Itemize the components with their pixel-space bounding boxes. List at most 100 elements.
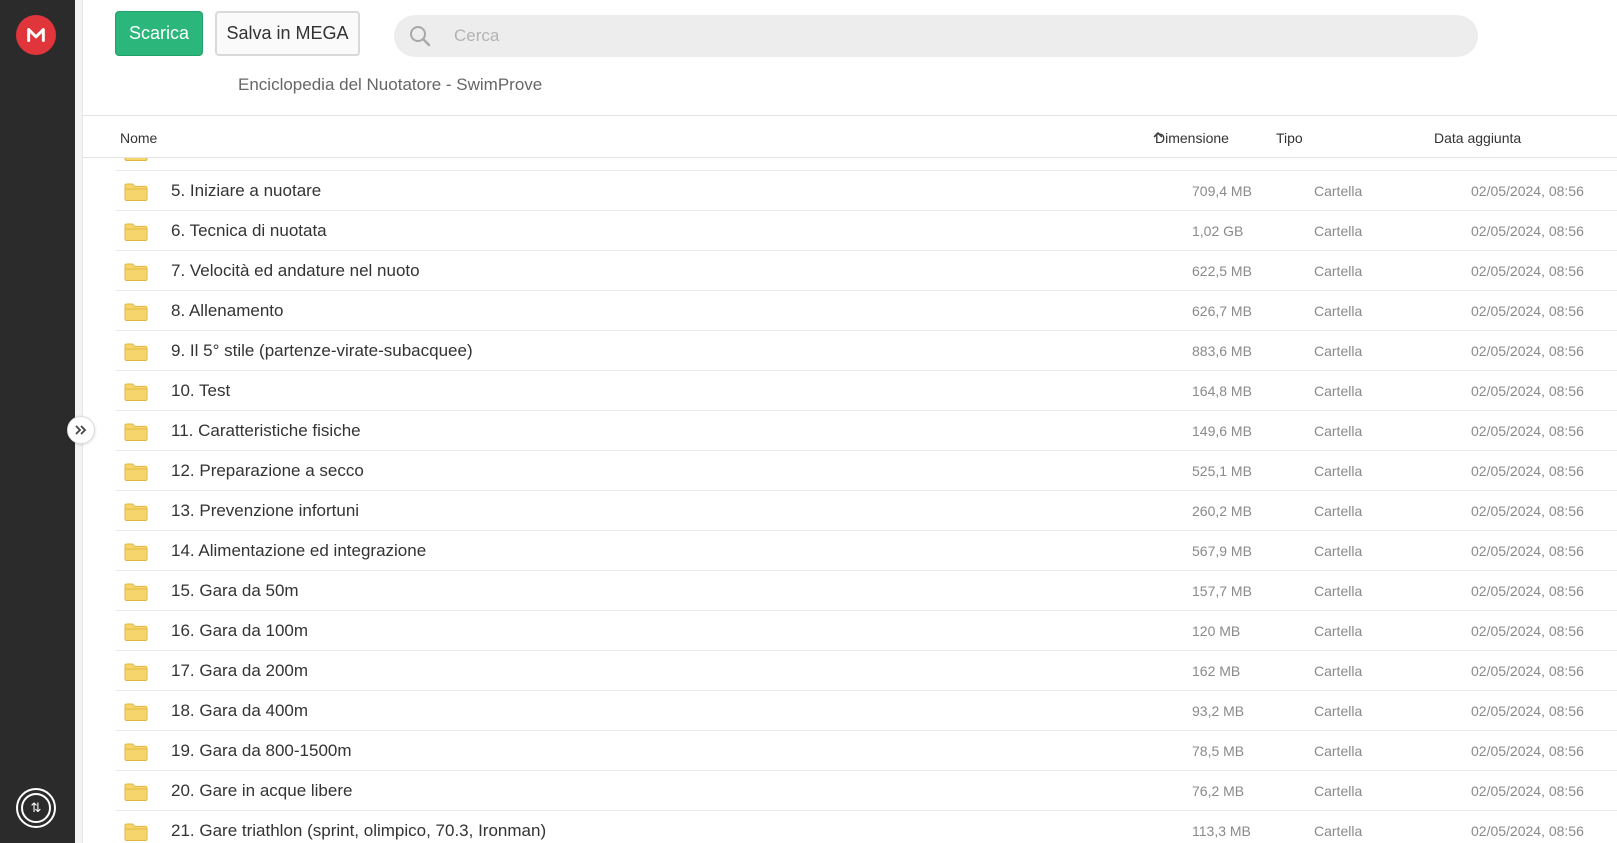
file-type: Cartella bbox=[1314, 423, 1363, 439]
table-row[interactable]: 17. Gara da 200m 162 MB Cartella 02/05/2024… bbox=[116, 651, 1617, 691]
file-date: 02/05/2024, 08:56 bbox=[1471, 463, 1584, 479]
file-name: 18. Gara da 400m bbox=[171, 701, 309, 720]
file-size: 626,7 MB bbox=[1192, 303, 1252, 319]
file-size: 567,9 MB bbox=[1192, 543, 1252, 559]
table-row[interactable]: 20. Gare in acque libere 76,2 MB Cartella 0… bbox=[116, 771, 1617, 811]
file-date: 02/05/2024, 08:56 bbox=[1471, 223, 1584, 239]
file-type: Cartella bbox=[1314, 343, 1363, 359]
file-date: 02/05/2024, 08:56 bbox=[1471, 783, 1584, 799]
file-date: 02/05/2024, 08:56 bbox=[1471, 423, 1584, 439]
file-date: 02/05/2024, 08:56 bbox=[1471, 383, 1584, 399]
file-name: 15. Gara da 50m bbox=[171, 581, 299, 600]
column-header-size[interactable]: Dimensione bbox=[1155, 130, 1229, 146]
file-size: 157,7 MB bbox=[1192, 583, 1252, 599]
file-date: 02/05/2024, 08:56 bbox=[1471, 703, 1584, 719]
file-size: 78,5 MB bbox=[1192, 743, 1245, 759]
file-name: 8. Allenamento bbox=[171, 301, 284, 320]
file-list: 4. Strumentazione 883,2 MB Cartella 02/05/2… bbox=[116, 158, 1617, 843]
file-date: 02/05/2024, 08:56 bbox=[1471, 303, 1584, 319]
file-type: Cartella bbox=[1314, 223, 1363, 239]
file-name: 4. Strumentazione bbox=[171, 158, 309, 161]
file-date: 02/05/2024, 08:56 bbox=[1471, 158, 1584, 159]
column-header-name[interactable]: Nome bbox=[120, 130, 157, 146]
table-row[interactable]: 13. Prevenzione infortuni 260,2 MB Cartell… bbox=[116, 491, 1617, 531]
file-size: 709,4 MB bbox=[1192, 183, 1252, 199]
top-bar: Scarica Salva in MEGA Enciclopedia del N… bbox=[83, 0, 1617, 116]
table-row[interactable]: 10. Test 164,8 MB Cartella 02/05/2024, 08:5… bbox=[116, 371, 1617, 411]
file-size: 622,5 MB bbox=[1192, 263, 1252, 279]
folder-icon bbox=[124, 422, 148, 442]
file-type: Cartella bbox=[1314, 463, 1363, 479]
folder-icon bbox=[124, 702, 148, 722]
file-date: 02/05/2024, 08:56 bbox=[1471, 183, 1584, 199]
file-size: 260,2 MB bbox=[1192, 503, 1252, 519]
table-row[interactable]: 9. Il 5° stile (partenze-virate-subacque… bbox=[116, 331, 1617, 371]
breadcrumb[interactable]: Enciclopedia del Nuotatore - SwimProve bbox=[238, 75, 542, 95]
column-header-date[interactable]: Data aggiunta bbox=[1434, 130, 1521, 146]
file-size: 525,1 MB bbox=[1192, 463, 1252, 479]
file-name: 6. Tecnica di nuotata bbox=[171, 221, 327, 240]
table-row[interactable]: 7. Velocità ed andature nel nuoto 622,5 M… bbox=[116, 251, 1617, 291]
file-name: 19. Gara da 800-1500m bbox=[171, 741, 352, 760]
table-row[interactable]: 21. Gare triathlon (sprint, olimpico, 70… bbox=[116, 811, 1617, 843]
table-row[interactable]: 6. Tecnica di nuotata 1,02 GB Cartella 02/0… bbox=[116, 211, 1617, 251]
file-type: Cartella bbox=[1314, 583, 1363, 599]
table-row[interactable]: 4. Strumentazione 883,2 MB Cartella 02/05/2… bbox=[116, 158, 1617, 171]
file-date: 02/05/2024, 08:56 bbox=[1471, 263, 1584, 279]
folder-icon bbox=[124, 822, 148, 842]
search-bar[interactable] bbox=[394, 15, 1478, 57]
download-button[interactable]: Scarica bbox=[115, 11, 203, 56]
file-name: 14. Alimentazione ed integrazione bbox=[171, 541, 427, 560]
table-row[interactable]: 12. Preparazione a secco 525,1 MB Cartella… bbox=[116, 451, 1617, 491]
file-type: Cartella bbox=[1314, 703, 1363, 719]
file-date: 02/05/2024, 08:56 bbox=[1471, 543, 1584, 559]
table-row[interactable]: 5. Iniziare a nuotare 709,4 MB Cartella 02/… bbox=[116, 171, 1617, 211]
file-size: 93,2 MB bbox=[1192, 703, 1245, 719]
file-name: 12. Preparazione a secco bbox=[171, 461, 364, 480]
table-row[interactable]: 11. Caratteristiche fisiche 149,6 MB Carte… bbox=[116, 411, 1617, 451]
folder-icon bbox=[124, 222, 148, 242]
column-header-type[interactable]: Tipo bbox=[1276, 130, 1303, 146]
file-name: 11. Caratteristiche fisiche bbox=[171, 421, 361, 440]
file-date: 02/05/2024, 08:56 bbox=[1471, 743, 1584, 759]
folder-icon bbox=[124, 342, 148, 362]
expand-sidebar-icon[interactable] bbox=[67, 416, 95, 444]
search-input[interactable] bbox=[454, 26, 1354, 46]
file-date: 02/05/2024, 08:56 bbox=[1471, 823, 1584, 839]
save-to-mega-button[interactable]: Salva in MEGA bbox=[215, 11, 360, 56]
folder-icon bbox=[124, 158, 148, 162]
file-size: 883,2 MB bbox=[1192, 158, 1252, 159]
file-name: 21. Gare triathlon (sprint, olimpico, 70… bbox=[171, 821, 547, 840]
file-type: Cartella bbox=[1314, 823, 1363, 839]
table-row[interactable]: 19. Gara da 800-1500m 78,5 MB Cartella 02/0… bbox=[116, 731, 1617, 771]
file-type: Cartella bbox=[1314, 783, 1363, 799]
file-type: Cartella bbox=[1314, 158, 1362, 159]
file-type: Cartella bbox=[1314, 623, 1363, 639]
search-icon bbox=[406, 22, 434, 50]
file-size: 164,8 MB bbox=[1192, 383, 1252, 399]
file-name: 20. Gare in acque libere bbox=[171, 781, 353, 800]
file-size: 76,2 MB bbox=[1192, 783, 1245, 799]
table-row[interactable]: 14. Alimentazione ed integrazione 567,9 M… bbox=[116, 531, 1617, 571]
file-size: 120 MB bbox=[1192, 623, 1241, 639]
left-sidebar: ⇅ bbox=[0, 0, 75, 843]
table-row[interactable]: 8. Allenamento 626,7 MB Cartella 02/05/2024… bbox=[116, 291, 1617, 331]
file-size: 1,02 GB bbox=[1192, 223, 1244, 239]
table-row[interactable]: 15. Gara da 50m 157,7 MB Cartella 02/05/202… bbox=[116, 571, 1617, 611]
file-date: 02/05/2024, 08:56 bbox=[1471, 503, 1584, 519]
table-row[interactable]: 18. Gara da 400m 93,2 MB Cartella 02/05/202… bbox=[116, 691, 1617, 731]
transfer-manager-icon[interactable]: ⇅ bbox=[16, 788, 56, 828]
file-date: 02/05/2024, 08:56 bbox=[1471, 663, 1584, 679]
file-size: 162 MB bbox=[1192, 663, 1241, 679]
file-type: Cartella bbox=[1314, 383, 1363, 399]
file-type: Cartella bbox=[1314, 663, 1363, 679]
file-type: Cartella bbox=[1314, 543, 1363, 559]
mega-logo-icon[interactable] bbox=[16, 15, 56, 55]
folder-icon bbox=[124, 262, 148, 282]
file-type: Cartella bbox=[1314, 183, 1363, 199]
file-type: Cartella bbox=[1314, 263, 1363, 279]
table-row[interactable]: 16. Gara da 100m 120 MB Cartella 02/05/2024… bbox=[116, 611, 1617, 651]
folder-icon bbox=[124, 742, 148, 762]
file-type: Cartella bbox=[1314, 743, 1363, 759]
file-size: 149,6 MB bbox=[1192, 423, 1252, 439]
